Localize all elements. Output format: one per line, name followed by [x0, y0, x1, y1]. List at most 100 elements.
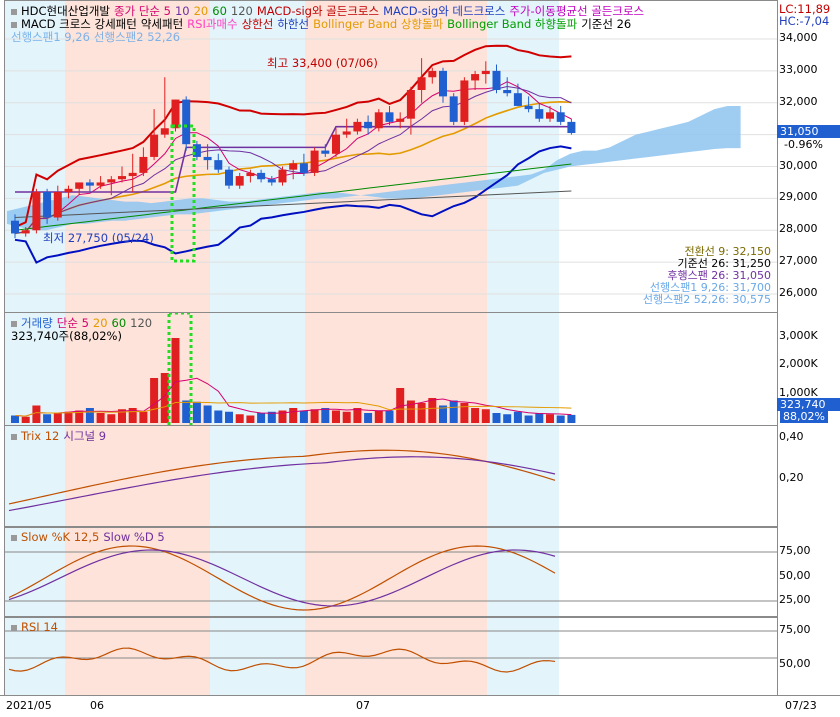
volume-tick-1: 2,000K: [779, 357, 818, 370]
candle-body: [289, 163, 298, 170]
stochastic-panel[interactable]: Slow %K 12,5 Slow %D 5: [4, 527, 778, 617]
volume-bar: [32, 405, 41, 423]
low-annotation: 최저 27,750 (05/24): [43, 231, 154, 245]
rsi-chart[interactable]: [5, 618, 777, 695]
candle-body: [460, 80, 469, 122]
price-legend2-item-2: RSI과매수: [187, 17, 238, 31]
candle-body: [567, 121, 576, 134]
volume-panel[interactable]: 거래량단순 52060120 323,740주(88,02%) ×: [4, 312, 778, 426]
rsi-tick-0: 75,00: [779, 623, 811, 636]
volume-bar: [257, 413, 266, 423]
volume-bar: [310, 409, 319, 423]
price-legend3-item-1: 선행스팬2 52,26: [93, 30, 181, 44]
price-legend2-item-4: 하한선: [277, 17, 310, 31]
volume-bar: [150, 378, 159, 423]
candle-body: [267, 179, 276, 183]
candle-body: [43, 192, 52, 218]
volume-bar: [107, 414, 116, 423]
trix-tick-1: 0,20: [779, 471, 804, 484]
rsi-axis: 75,00 50,00: [777, 617, 840, 694]
bg-band-2: [210, 618, 305, 695]
stochastic-tick-0: 75,00: [779, 544, 811, 557]
stochastic-legend-item-1: Slow %D 5: [103, 530, 165, 544]
candle-body: [449, 96, 458, 122]
bg-band-4: [487, 618, 559, 695]
volume-bar: [364, 413, 373, 423]
trix-chart[interactable]: [5, 426, 777, 526]
candle-body: [439, 70, 447, 97]
volume-bar: [503, 414, 512, 423]
rsi-panel[interactable]: RSI 14: [4, 617, 778, 696]
candle-body: [182, 99, 191, 145]
price-tick-7: 27,000: [779, 254, 818, 268]
price-tick-8: 26,000: [779, 286, 818, 299]
price-tick-2: 32,000: [779, 94, 818, 108]
volume-bar: [43, 414, 52, 423]
candle-body: [246, 172, 255, 177]
candle-body: [257, 172, 266, 180]
candle-body: [471, 74, 480, 81]
volume-bar: [321, 408, 330, 423]
volume-bar: [374, 410, 383, 423]
price-legend-line3: 선행스팬1 9,26 선행스팬2 52,26: [11, 29, 188, 45]
candle-body: [160, 128, 169, 135]
volume-bar: [353, 408, 362, 423]
candle-body: [374, 112, 383, 129]
volume-bar: [64, 411, 73, 423]
trix-tick-0: 0,40: [779, 430, 804, 443]
candle-body: [107, 179, 116, 183]
price-legend2-item-6: Bollinger Band 하향돌파: [447, 17, 578, 31]
date-axis: 2021/05 06 07 07/23: [0, 695, 840, 717]
volume-bar: [171, 338, 180, 423]
current-change-label: -0.96%: [784, 138, 823, 151]
date-label-right: 07/23: [785, 699, 817, 712]
volume-tick-0: 3,000K: [779, 329, 818, 342]
candle-body: [299, 163, 308, 173]
candle-body: [513, 93, 522, 106]
trix-legend-item-0: Trix 12: [21, 429, 60, 443]
candle-body: [214, 160, 223, 170]
candle-body: [150, 134, 159, 157]
bg-band-3: [305, 426, 487, 526]
trix-panel[interactable]: Trix 12 시그널 9: [4, 425, 778, 527]
price-panel[interactable]: HDC현대산업개발 종가 단순 5 10 20 60 120 MACD-sig와 골든크로스…: [4, 0, 778, 313]
bg-band-4: [487, 313, 559, 425]
price-tick-4: 30,000: [779, 158, 818, 172]
bg-band-3: [305, 528, 487, 616]
price-tick-5: 29,000: [779, 190, 818, 204]
price-legend2-item-5: Bollinger Band 상향돌파: [313, 17, 444, 31]
volume-bar: [246, 415, 255, 423]
stochastic-legend: Slow %K 12,5 Slow %D 5: [11, 530, 173, 544]
candle-body: [535, 109, 544, 119]
volume-value-label: 323,740주(88,02%): [11, 329, 122, 343]
volume-bar: [225, 411, 233, 423]
ichimoku-labels: 전환선 9: 32,150 기준선 26: 31,250 후행스팬 26: 31,0…: [643, 246, 771, 306]
price-tick-1: 33,000: [779, 62, 818, 76]
volume-bar: [85, 408, 94, 423]
volume-bar: [460, 403, 469, 423]
price-tick-6: 28,000: [779, 222, 818, 236]
volume-current-pct: 88,02%: [780, 410, 828, 423]
bg-band-1: [65, 1, 210, 312]
price-tick-0: 34,000: [779, 31, 818, 44]
candle-body: [556, 112, 565, 122]
price-legend2-item-7: 기준선 26: [581, 17, 632, 31]
price-legend3-item-0: 선행스팬1 9,26: [11, 30, 90, 44]
bg-band-3: [305, 1, 487, 312]
volume-bar: [332, 410, 340, 423]
candle-body: [332, 134, 340, 154]
candle-body: [342, 131, 351, 135]
bg-band-2: [210, 528, 305, 616]
date-label-jun: 06: [90, 699, 104, 712]
volume-bar: [524, 415, 533, 423]
candle-body: [53, 192, 62, 218]
volume-bar: [556, 415, 565, 423]
candle-body: [481, 70, 490, 75]
volume-bar: [567, 414, 576, 423]
rsi-legend-item-0: RSI 14: [21, 620, 58, 634]
candle-body: [203, 156, 212, 161]
volume-bar: [342, 411, 351, 423]
candle-body: [278, 169, 287, 183]
candle-body: [75, 182, 84, 189]
candle-body: [417, 77, 426, 90]
